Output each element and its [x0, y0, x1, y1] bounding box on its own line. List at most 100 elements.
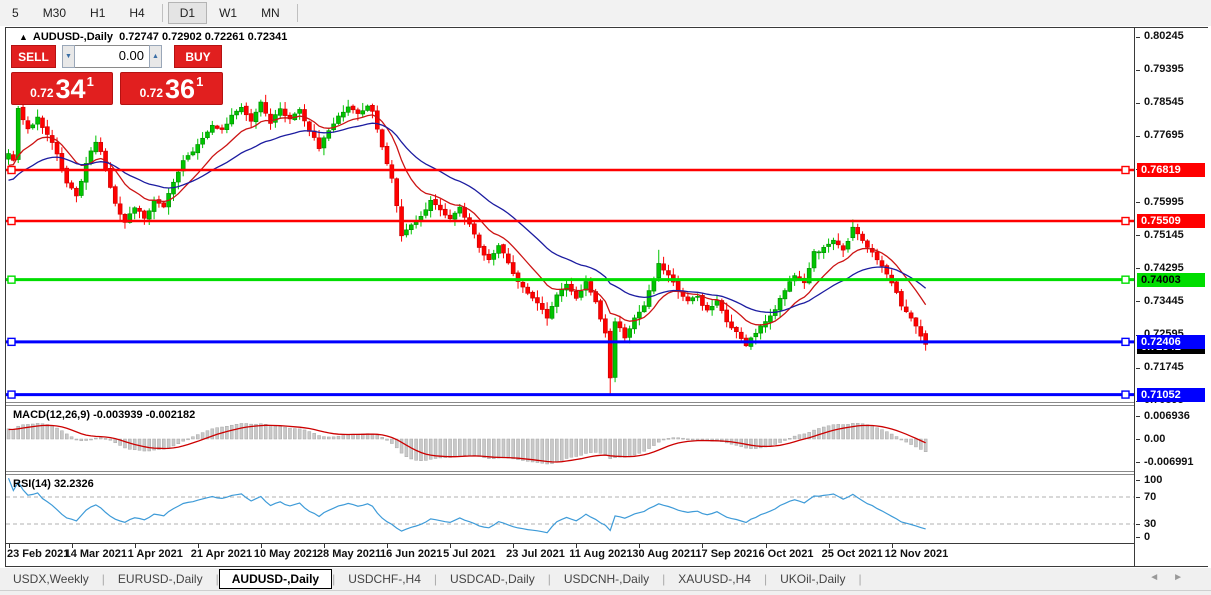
chart-tab-ukoil-daily[interactable]: UKOil-,Daily [767, 570, 858, 588]
one-click-trade-panel: SELL ▼ 0.00 ▲ BUY 0.72341 0.72361 [11, 45, 227, 105]
price-tick-label: 0.78545 [1144, 96, 1184, 109]
lots-decrease-button[interactable]: ▼ [62, 45, 75, 68]
timeframe-toolbar: 5M30H1H4 D1W1MN [0, 0, 1211, 26]
chart-tab-usdchf-h4[interactable]: USDCHF-,H4 [335, 570, 434, 588]
line-drag-handle [1122, 276, 1129, 283]
sell-price-pip: 1 [87, 74, 94, 89]
rsi-tick-label: 30 [1144, 518, 1156, 531]
axis-tick-mark [1136, 268, 1140, 269]
axis-tick-mark [1136, 368, 1140, 369]
chart-tab-usdcad-daily[interactable]: USDCAD-,Daily [437, 570, 548, 588]
price-tick-label: 0.75995 [1144, 196, 1184, 209]
line-drag-handle [8, 338, 15, 345]
level-price-badge: 0.76819 [1137, 163, 1205, 177]
sell-button[interactable]: SELL [11, 45, 56, 68]
chart-symbol-label: AUDUSD-,Daily [33, 31, 113, 43]
axis-tick-mark [1136, 70, 1140, 71]
rsi-tick-label: 0 [1144, 531, 1150, 544]
timeframe-button-h4[interactable]: H4 [117, 2, 156, 24]
tab-separator: | [858, 572, 861, 586]
line-drag-handle [1122, 391, 1129, 398]
rsi-levels [6, 497, 1134, 524]
line-drag-handle [1122, 167, 1129, 174]
price-axis[interactable]: 0.802450.793950.785450.776950.768450.759… [1136, 28, 1208, 566]
lots-input[interactable]: 0.00 [75, 45, 149, 68]
price-pane[interactable]: ▲AUDUSD-,Daily 0.72747 0.72902 0.72261 0… [6, 28, 1134, 402]
date-label: 30 Aug 2021 [632, 548, 696, 560]
macd-label: MACD(12,26,9) -0.003939 -0.002182 [13, 409, 195, 421]
timeframe-button-5[interactable]: 5 [0, 2, 31, 24]
tab-scroll-right-icon[interactable]: ► [1173, 572, 1197, 583]
line-drag-handle [8, 218, 15, 225]
line-drag-handle [8, 276, 15, 283]
macd-pane[interactable]: MACD(12,26,9) -0.003939 -0.002182 [6, 406, 1134, 471]
toolbar-separator [162, 4, 163, 22]
chart-tab-xauusd-h4[interactable]: XAUUSD-,H4 [665, 570, 764, 588]
toolbar-separator [297, 4, 298, 22]
level-price-badge: 0.71052 [1137, 388, 1205, 402]
collapse-panel-icon[interactable]: ▲ [19, 32, 28, 42]
rsi-line [9, 478, 926, 533]
price-tick-label: 0.75145 [1144, 229, 1184, 242]
rsi-pane[interactable]: RSI(14) 32.2326 [6, 475, 1134, 543]
date-label: 11 Aug 2021 [569, 548, 632, 560]
candle-wicks [9, 95, 926, 394]
date-label: 10 May 2021 [254, 548, 318, 560]
sell-price-prefix: 0.72 [30, 86, 53, 100]
horizontal-level-lines[interactable] [6, 167, 1134, 399]
buy-price-big: 36 [165, 76, 195, 103]
timeframe-button-mn[interactable]: MN [249, 2, 292, 24]
date-label: 12 Nov 2021 [885, 548, 949, 560]
lots-increase-button[interactable]: ▲ [149, 45, 162, 68]
chart-tab-eurusd-daily[interactable]: EURUSD-,Daily [105, 570, 216, 588]
date-label: 25 Oct 2021 [822, 548, 883, 560]
macd-tick-label: -0.006991 [1144, 456, 1194, 469]
trading-terminal: 5M30H1H4D1W1MN ▲AUDUSD-,Daily 0.72747 0.… [0, 0, 1211, 595]
chart-panes: ▲AUDUSD-,Daily 0.72747 0.72902 0.72261 0… [6, 28, 1135, 566]
axis-tick-mark [1136, 136, 1140, 137]
axis-tick-mark [1136, 416, 1140, 417]
sell-price-display[interactable]: 0.72341 [11, 72, 113, 105]
date-label: 17 Sep 2021 [695, 548, 758, 560]
rsi-canvas [6, 475, 1134, 543]
tab-scroll-arrows[interactable]: ◄► [1149, 572, 1197, 583]
price-tick-label: 0.80245 [1144, 30, 1184, 43]
price-tick-label: 0.73445 [1144, 295, 1184, 308]
price-tick-label: 0.77695 [1144, 129, 1184, 142]
chart-tab-audusd-daily[interactable]: AUDUSD-,Daily [219, 569, 332, 589]
axis-tick-mark [1136, 480, 1140, 481]
date-label: 28 May 2021 [317, 548, 381, 560]
status-bar [0, 590, 1211, 595]
date-label: 5 Jul 2021 [443, 548, 496, 560]
price-tick-label: 0.79395 [1144, 63, 1184, 76]
axis-tick-mark [1136, 497, 1140, 498]
chart-tab-bar: USDX,Weekly|EURUSD-,Daily|AUDUSD-,Daily|… [0, 568, 1211, 590]
axis-tick-mark [1136, 37, 1140, 38]
axis-tick-mark [1136, 103, 1140, 104]
date-label: 14 Mar 2021 [65, 548, 127, 560]
time-axis[interactable]: 23 Feb 202114 Mar 20211 Apr 202121 Apr 2… [6, 543, 1134, 566]
axis-tick-mark [1136, 462, 1140, 463]
macd-tick-label: 0.00 [1144, 433, 1165, 446]
line-drag-handle [1122, 338, 1129, 345]
tab-scroll-left-icon[interactable]: ◄ [1149, 572, 1173, 583]
level-price-badge: 0.72406 [1137, 335, 1205, 349]
macd-tick-label: 0.006936 [1144, 410, 1190, 423]
price-tick-label: 0.71745 [1144, 361, 1184, 374]
buy-button[interactable]: BUY [174, 45, 222, 68]
chart-tab-usdcnh-daily[interactable]: USDCNH-,Daily [551, 570, 662, 588]
timeframe-button-h1[interactable]: H1 [78, 2, 117, 24]
timeframe-button-d1[interactable]: D1 [168, 2, 207, 24]
line-drag-handle [1122, 218, 1129, 225]
candle-bodies [7, 102, 928, 378]
date-label: 23 Feb 2021 [7, 548, 69, 560]
buy-price-display[interactable]: 0.72361 [120, 72, 223, 105]
chart-title: ▲AUDUSD-,Daily 0.72747 0.72902 0.72261 0… [19, 31, 287, 43]
timeframe-button-m30[interactable]: M30 [31, 2, 78, 24]
timeframe-button-w1[interactable]: W1 [207, 2, 249, 24]
buy-price-pip: 1 [196, 74, 203, 89]
buy-price-prefix: 0.72 [140, 86, 163, 100]
axis-tick-mark [1136, 524, 1140, 525]
chart-tab-usdx-weekly[interactable]: USDX,Weekly [0, 570, 102, 588]
axis-tick-mark [1136, 235, 1140, 236]
